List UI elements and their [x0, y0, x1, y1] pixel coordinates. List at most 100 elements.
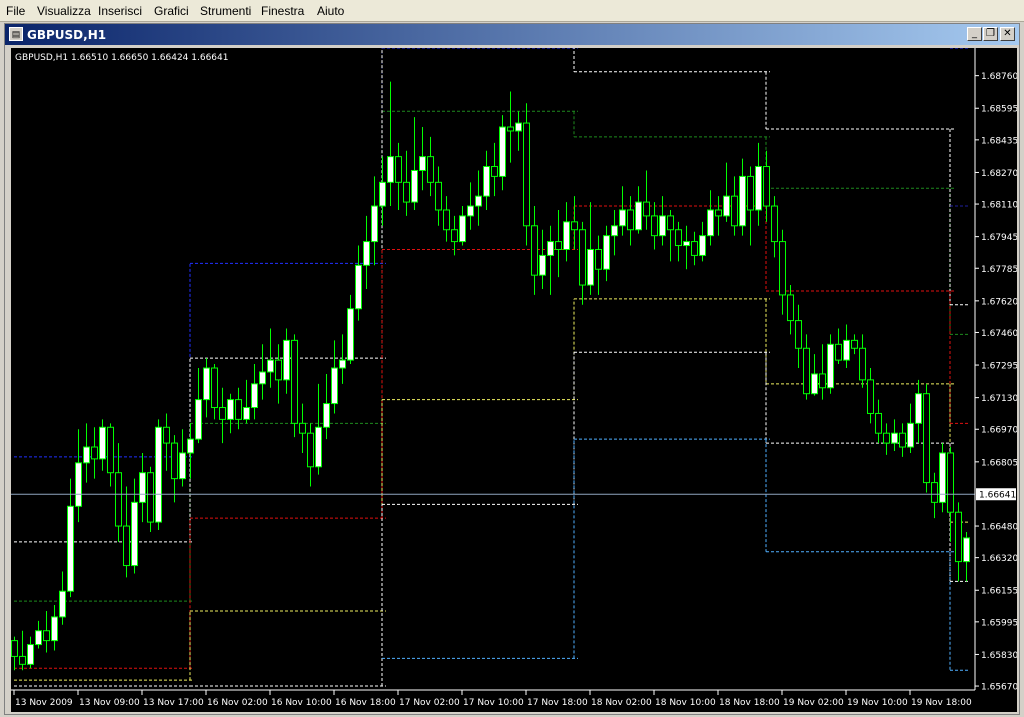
candle-body — [627, 209, 634, 231]
candle-body — [547, 241, 554, 256]
candle-body — [515, 122, 522, 132]
price-tick-label: 1.65670 — [981, 683, 1017, 693]
candle-body — [451, 229, 458, 243]
candle-body — [579, 229, 586, 286]
candle-body — [699, 235, 706, 256]
candle-body — [435, 181, 442, 211]
menu-inserisci[interactable]: Inserisci — [98, 4, 142, 18]
price-tick-label: 1.67785 — [981, 265, 1017, 275]
candle-body — [715, 209, 722, 217]
candle-body — [931, 482, 938, 503]
candle-body — [75, 462, 82, 507]
chart-background — [11, 48, 1017, 712]
candle-body — [787, 294, 794, 322]
time-tick-label: 16 Nov 10:00 — [271, 698, 332, 708]
price-tick-label: 1.65995 — [981, 618, 1017, 628]
candle-body — [955, 511, 962, 563]
restore-button[interactable]: ❐ — [983, 27, 998, 41]
price-tick-label: 1.67460 — [981, 329, 1017, 339]
candle-body — [803, 347, 810, 395]
candle-body — [659, 215, 666, 237]
window-titlebar[interactable]: ▤ GBPUSD,H1 _ ❐ ✕ — [5, 24, 1019, 45]
candle-body — [443, 209, 450, 231]
close-button[interactable]: ✕ — [1000, 27, 1015, 41]
time-tick-label: 19 Nov 10:00 — [847, 698, 908, 708]
minimize-button[interactable]: _ — [967, 27, 982, 41]
candle-body — [779, 241, 786, 296]
candle-body — [635, 201, 642, 231]
menu-strumenti[interactable]: Strumenti — [200, 4, 251, 18]
candle-body — [331, 367, 338, 405]
candle-body — [795, 320, 802, 349]
candle-body — [19, 655, 26, 665]
candle-body — [531, 225, 538, 276]
candle-body — [171, 442, 178, 480]
candle-body — [603, 235, 610, 270]
price-tick-label: 1.66805 — [981, 458, 1017, 468]
candle-body — [563, 221, 570, 250]
candle-body — [355, 264, 362, 310]
candle-body — [467, 205, 474, 217]
candle-body — [387, 156, 394, 183]
candle-body — [843, 339, 850, 361]
candle-body — [43, 630, 50, 642]
candle-body — [827, 343, 834, 389]
price-tick-label: 1.67945 — [981, 233, 1017, 243]
candle-body — [667, 215, 674, 231]
candle-body — [899, 432, 906, 448]
candle-body — [339, 359, 346, 369]
candle-body — [427, 156, 434, 183]
candle-body — [867, 379, 874, 414]
candle-body — [323, 403, 330, 428]
candle-body — [11, 640, 18, 657]
menu-file[interactable]: File — [6, 4, 25, 18]
price-tick-label: 1.68435 — [981, 136, 1017, 146]
candle-body — [883, 432, 890, 444]
candle-body — [619, 209, 626, 227]
menu-grafici[interactable]: Grafici — [154, 4, 189, 18]
price-tick-label: 1.66480 — [981, 523, 1017, 533]
time-tick-label: 17 Nov 10:00 — [463, 698, 524, 708]
candle-body — [251, 383, 258, 409]
candle-body — [499, 126, 506, 177]
candle-body — [851, 339, 858, 349]
candle-body — [459, 215, 466, 243]
window-title: GBPUSD,H1 — [27, 28, 107, 42]
candle-body — [107, 426, 114, 474]
candle-body — [267, 359, 274, 373]
time-tick-label: 18 Nov 18:00 — [719, 698, 780, 708]
candle-body — [219, 407, 226, 420]
candle-body — [907, 422, 914, 448]
candle-body — [731, 195, 738, 227]
candle-body — [411, 169, 418, 203]
candle-body — [315, 426, 322, 468]
price-chart[interactable]: 1.68760 1.68595 1.68435 1.68270 1.68110 1.679… — [11, 48, 1017, 712]
candle-body — [819, 373, 826, 389]
time-tick-label: 19 Nov 18:00 — [911, 698, 972, 708]
candle-body — [91, 446, 98, 460]
candle-body — [99, 426, 106, 460]
candle-body — [611, 225, 618, 237]
time-tick-label: 16 Nov 18:00 — [335, 698, 396, 708]
candle-body — [259, 371, 266, 385]
candle-body — [755, 166, 762, 211]
candle-body — [395, 156, 402, 183]
candle-body — [27, 644, 34, 665]
price-tick-label: 1.67295 — [981, 362, 1017, 372]
price-scale-area[interactable] — [975, 48, 1017, 712]
candle-body — [211, 367, 218, 409]
menu-finestra[interactable]: Finestra — [261, 4, 304, 18]
candle-body — [35, 630, 42, 646]
time-tick-label: 13 Nov 2009 — [15, 698, 73, 708]
menu-visualizza[interactable]: Visualizza — [37, 4, 91, 18]
price-tick-label: 1.68270 — [981, 169, 1017, 179]
candle-body — [587, 248, 594, 286]
candle-body — [123, 525, 130, 567]
candle-body — [691, 241, 698, 256]
candle-body — [683, 241, 690, 247]
time-tick-label: 16 Nov 02:00 — [207, 698, 268, 708]
candle-body — [275, 359, 282, 381]
candle-body — [235, 399, 242, 420]
candle-body — [875, 412, 882, 434]
menu-aiuto[interactable]: Aiuto — [317, 4, 344, 18]
